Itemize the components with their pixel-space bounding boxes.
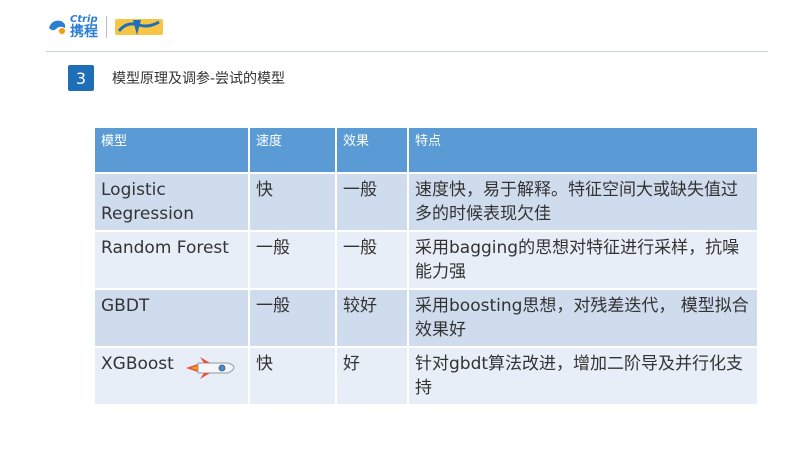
- column-header-feature: 特点: [409, 128, 757, 174]
- cell-model-xgboost: XGBoost: [95, 348, 250, 406]
- cell-feature: 针对gbdt算法改进，增加二阶导及并行化支持: [409, 348, 757, 406]
- cell-speed: 一般: [250, 290, 337, 348]
- column-header-speed: 速度: [250, 128, 337, 174]
- table-header-row: 模型 速度 效果 特点: [95, 128, 757, 174]
- cell-feature: 采用boosting思想，对残差迭代， 模型拟合效果好: [409, 290, 757, 348]
- cell-effect: 一般: [337, 174, 409, 232]
- model-comparison-table: 模型 速度 效果 特点 Logistic Regression 快 一般 速度快…: [95, 128, 757, 406]
- header-logo: Ctrip 携程: [46, 14, 163, 40]
- cell-speed: 一般: [250, 232, 337, 290]
- cell-feature: 速度快，易于解释。特征空间大或缺失值过多的时候表现欠佳: [409, 174, 757, 232]
- cell-effect: 一般: [337, 232, 409, 290]
- rocket-icon: [184, 354, 242, 380]
- cell-effect: 较好: [337, 290, 409, 348]
- header-divider: [46, 51, 768, 52]
- table-row: GBDT 一般 较好 采用boosting思想，对残差迭代， 模型拟合效果好: [95, 290, 757, 348]
- slide-title: 模型原理及调参-尝试的模型: [112, 71, 286, 87]
- cell-effect: 好: [337, 348, 409, 406]
- table-row: XGBoost 快 好 针对gbdt算法改进，增加二阶导及并行化支持: [95, 348, 757, 406]
- ctrip-logo-icon: [46, 16, 68, 38]
- column-header-model: 模型: [95, 128, 250, 174]
- cell-speed: 快: [250, 348, 337, 406]
- table-row: Random Forest 一般 一般 采用bagging的思想对特征进行采样，…: [95, 232, 757, 290]
- cell-feature: 采用bagging的思想对特征进行采样，抗噪能力强: [409, 232, 757, 290]
- column-header-effect: 效果: [337, 128, 409, 174]
- cell-model: Logistic Regression: [95, 174, 250, 232]
- table-row: Logistic Regression 快 一般 速度快，易于解释。特征空间大或…: [95, 174, 757, 232]
- logo-divider: [106, 16, 107, 38]
- section-number-badge: 3: [68, 65, 94, 91]
- cell-model-label: XGBoost: [101, 354, 174, 374]
- cell-model: Random Forest: [95, 232, 250, 290]
- cell-speed: 快: [250, 174, 337, 232]
- ct-logo-icon: [115, 16, 163, 38]
- cell-model: GBDT: [95, 290, 250, 348]
- brand-chinese: 携程: [70, 24, 98, 40]
